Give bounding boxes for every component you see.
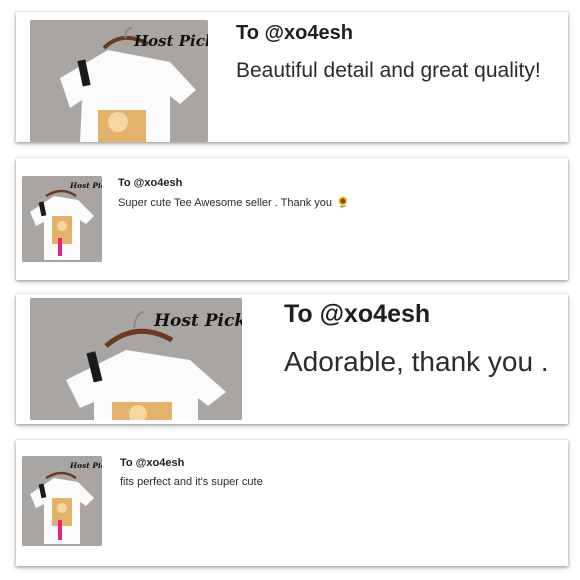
shirt-image: Host Pick (30, 298, 242, 420)
review-card: Host Pick To @xo4esh Super cute Tee Awes… (16, 158, 568, 280)
review-message: Adorable, thank you . (284, 346, 549, 378)
product-thumbnail[interactable]: Host Pick (30, 20, 208, 142)
host-pick-label: Host Pick (69, 181, 102, 190)
review-card: Host Pick To @xo4esh fits perfect and it… (16, 440, 568, 566)
host-pick-label: Host Pick (69, 461, 102, 470)
shirt-image: Host Pick (30, 20, 208, 142)
review-message: Super cute Tee Awesome seller . Thank yo… (118, 196, 350, 209)
recipient-handle: To @xo4esh (236, 22, 353, 44)
product-thumbnail[interactable]: Host Pick (22, 456, 102, 546)
recipient-handle: To @xo4esh (118, 177, 183, 189)
shirt-image: Host Pick (22, 176, 102, 262)
product-thumbnail[interactable]: Host Pick (22, 176, 102, 262)
review-message: Beautiful detail and great quality! (236, 59, 541, 83)
host-pick-label: Host Pick (153, 311, 242, 331)
product-thumbnail[interactable]: Host Pick (30, 298, 242, 420)
review-card: Host Pick To @xo4esh Adorable, thank you… (16, 294, 568, 424)
recipient-handle: To @xo4esh (120, 457, 185, 469)
sunflower-emoji: 🌻 (336, 197, 350, 209)
review-message: fits perfect and it's super cute (120, 476, 263, 488)
recipient-handle: To @xo4esh (284, 300, 431, 328)
review-message-text: Adorable, thank you . (284, 346, 549, 377)
shirt-image: Host Pick (22, 456, 102, 546)
host-pick-label: Host Pick (133, 32, 208, 50)
review-card: Host Pick To @xo4esh Beautiful detail an… (16, 12, 568, 142)
review-message-text: Beautiful detail and great quality! (236, 59, 541, 82)
review-message-text: Super cute Tee Awesome seller . Thank yo… (118, 197, 333, 209)
review-message-text: fits perfect and it's super cute (120, 476, 263, 488)
